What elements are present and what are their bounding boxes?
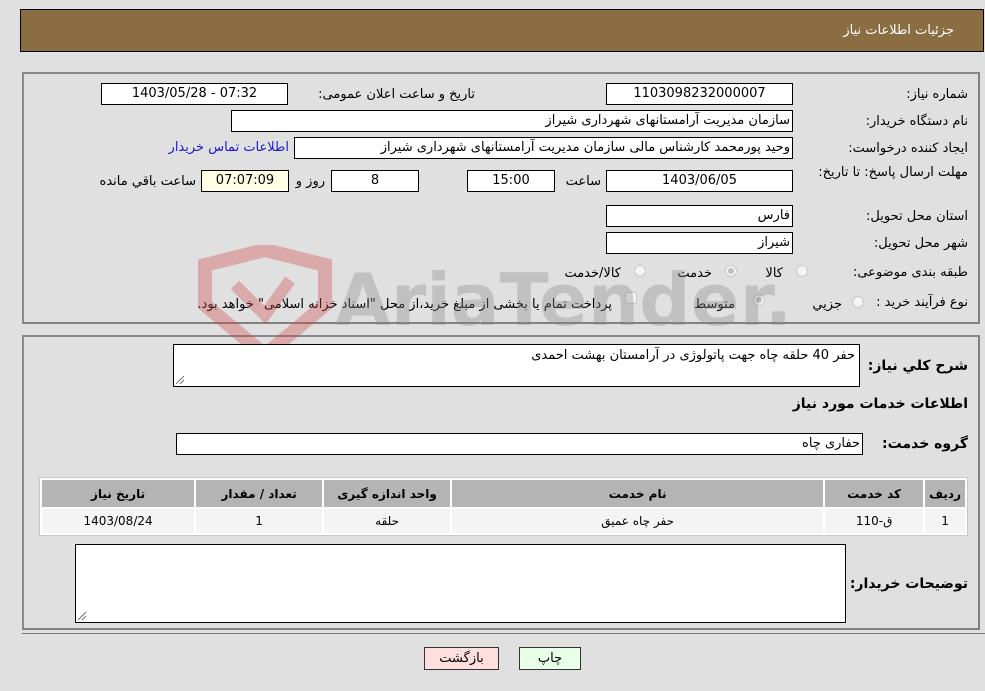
- process-radio-medium[interactable]: [753, 294, 765, 306]
- cell-unit: حلقه: [324, 509, 451, 533]
- page-header: جزئیات اطلاعات نیاز: [20, 9, 984, 52]
- category-radio-goods[interactable]: [796, 265, 808, 277]
- category-radio-service[interactable]: [725, 265, 737, 277]
- services-table: ردیف کد خدمت نام خدمت واحد اندازه گیری ت…: [39, 477, 968, 536]
- cell-row-number: 1: [925, 509, 965, 533]
- city-field[interactable]: شیراز: [606, 232, 793, 254]
- col-service-name: نام خدمت: [452, 480, 824, 507]
- need-number-label: شماره نیاز:: [906, 87, 968, 102]
- col-service-code: کد خدمت: [825, 480, 924, 507]
- summary-text: حفر 40 حلقه چاه جهت پاتولوژی در آرامستان…: [531, 348, 855, 363]
- process-radio-minor[interactable]: [852, 296, 864, 308]
- print-button[interactable]: چاپ: [519, 647, 581, 670]
- back-button[interactable]: بازگشت: [424, 647, 499, 670]
- col-quantity: تعداد / مقدار: [196, 480, 323, 507]
- process-option-minor: جزيي: [812, 297, 842, 312]
- cell-quantity: 1: [196, 509, 323, 533]
- col-need-date: تاریخ نیاز: [42, 480, 195, 507]
- cell-service-code: ق-110: [825, 509, 924, 533]
- cell-need-date: 1403/08/24: [42, 509, 195, 533]
- remaining-label: ساعت باقي مانده: [99, 174, 196, 189]
- treasury-checkbox[interactable]: [625, 292, 637, 304]
- resize-grip-icon[interactable]: [176, 376, 184, 384]
- page-title: جزئیات اطلاعات نیاز: [843, 23, 954, 38]
- announce-datetime-field[interactable]: 1403/05/28 - 07:32: [101, 83, 288, 105]
- category-option-goods: کالا: [765, 266, 783, 281]
- announce-label: تاریخ و ساعت اعلان عمومی:: [318, 87, 475, 102]
- creator-field[interactable]: وحید پورمحمد کارشناس مالی سازمان مدیریت …: [294, 137, 793, 159]
- service-group-field[interactable]: حفاری چاه: [176, 433, 863, 455]
- city-label: شهر محل تحویل:: [873, 236, 968, 251]
- buyer-notes-textarea[interactable]: [75, 544, 846, 623]
- treasury-note: پرداخت تمام یا بخشی از مبلغ خرید،از محل …: [197, 297, 612, 312]
- need-number-field[interactable]: 1103098232000007: [606, 83, 793, 105]
- process-option-medium: متوسط: [694, 297, 735, 312]
- resize-grip-icon[interactable]: [78, 612, 86, 620]
- service-group-label: گروه خدمت:: [882, 436, 968, 452]
- cell-service-name: حفر چاه عمیق: [452, 509, 824, 533]
- buyer-contact-link[interactable]: اطلاعات تماس خریدار: [169, 140, 289, 155]
- summary-label: شرح كلي نياز:: [867, 358, 968, 374]
- col-row-number: ردیف: [925, 480, 965, 507]
- creator-label: ایجاد کننده درخواست:: [848, 141, 968, 156]
- province-label: استان محل تحویل:: [866, 209, 968, 224]
- process-type-label: نوع فرآیند خرید :: [876, 295, 968, 310]
- deadline-date-field[interactable]: 1403/06/05: [606, 170, 793, 192]
- summary-textarea[interactable]: حفر 40 حلقه چاه جهت پاتولوژی در آرامستان…: [173, 344, 860, 387]
- days-label: روز و: [295, 174, 325, 189]
- category-radio-goods-service[interactable]: [634, 265, 646, 277]
- deadline-time-field[interactable]: 15:00: [467, 170, 555, 192]
- remaining-time-field[interactable]: 07:07:09: [201, 170, 289, 192]
- buyer-org-label: نام دستگاه خریدار:: [865, 114, 968, 129]
- province-field[interactable]: فارس: [606, 205, 793, 227]
- col-unit: واحد اندازه گیری: [324, 480, 451, 507]
- services-heading: اطلاعات خدمات مورد نياز: [792, 396, 968, 412]
- table-row: 1 ق-110 حفر چاه عمیق حلقه 1 1403/08/24: [42, 509, 965, 533]
- buyer-org-field[interactable]: سازمان مدیریت آرامستانهای شهرداری شیراز: [231, 110, 793, 132]
- category-option-service: خدمت: [677, 266, 712, 281]
- deadline-time-label: ساعت: [565, 174, 601, 189]
- category-option-goods-service: کالا/خدمت: [564, 266, 621, 281]
- deadline-label: مهلت ارسال پاسخ: تا تاریخ:: [818, 165, 968, 180]
- table-header-row: ردیف کد خدمت نام خدمت واحد اندازه گیری ت…: [42, 480, 965, 507]
- footer-divider: [22, 633, 985, 634]
- days-remaining-field[interactable]: 8: [331, 170, 419, 192]
- category-label: طبقه بندی موضوعی:: [852, 265, 968, 280]
- buyer-notes-label: توضیحات خریدار:: [849, 576, 968, 592]
